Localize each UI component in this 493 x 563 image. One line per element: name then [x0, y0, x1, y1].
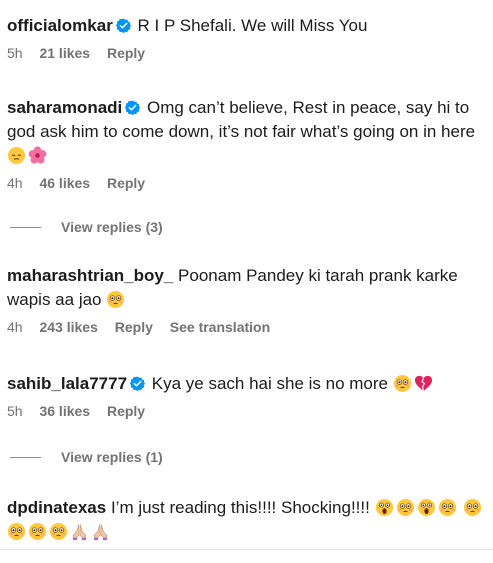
reply-button[interactable]: Reply — [115, 319, 153, 335]
replies-divider — [10, 226, 41, 228]
comment-body: maharashtrian_boy_ Poonam Pandey ki tara… — [7, 264, 485, 312]
comment-time: 5h — [7, 45, 23, 61]
comment-time: 4h — [7, 319, 23, 335]
flushed-face-icon — [107, 290, 125, 309]
comment-body: dpdinatexas I’m just reading this!!!! Sh… — [7, 496, 485, 544]
comment-item: saharamonadi Omg can’t believe, Rest in … — [7, 96, 485, 192]
comment-username[interactable]: sahib_lala7777 — [7, 374, 127, 393]
broken-heart-icon — [414, 375, 432, 392]
comment-likes[interactable]: 21 likes — [39, 45, 90, 61]
comment-username[interactable]: saharamonadi — [7, 98, 122, 117]
reply-button[interactable]: Reply — [107, 175, 145, 191]
view-replies-label: View replies (1) — [61, 449, 163, 465]
verified-badge-icon — [130, 376, 146, 391]
see-translation-button[interactable]: See translation — [170, 319, 270, 335]
praying-hands-icon — [72, 524, 87, 541]
comment-body: sahib_lala7777 Kya ye sach hai she is no… — [7, 372, 485, 396]
comment-text: I’m just reading this!!!! Shocking!!!! — [110, 498, 370, 517]
comment-likes[interactable]: 36 likes — [39, 403, 90, 419]
flushed-face-icon — [393, 374, 411, 393]
comment-likes[interactable]: 46 likes — [39, 175, 90, 191]
flushed-face-icon — [438, 498, 456, 517]
replies-divider — [10, 456, 41, 458]
comment-item: sahib_lala7777 Kya ye sach hai she is no… — [7, 372, 485, 420]
comment-item: maharashtrian_boy_ Poonam Pandey ki tara… — [7, 264, 485, 336]
screaming-face-icon — [417, 498, 435, 517]
comment-time: 5h — [7, 403, 23, 419]
comment-body: officialomkar R I P Shefali. We will Mis… — [7, 14, 485, 38]
comment-username[interactable]: officialomkar — [7, 16, 113, 35]
flushed-face-icon — [7, 522, 26, 541]
comment-username[interactable]: maharashtrian_boy_ — [7, 266, 173, 285]
comment-item: officialomkar R I P Shefali. We will Mis… — [7, 14, 485, 62]
comment-meta: 5h 36 likes Reply — [7, 402, 485, 420]
comment-meta: 4h 46 likes Reply — [7, 174, 485, 192]
view-replies-label: View replies (3) — [61, 219, 163, 235]
reply-button[interactable]: Reply — [107, 45, 145, 61]
hibiscus-icon — [28, 146, 47, 164]
comment-username[interactable]: dpdinatexas — [7, 498, 106, 517]
comment-likes[interactable]: 243 likes — [39, 319, 97, 335]
comment-body: saharamonadi Omg can’t believe, Rest in … — [7, 96, 485, 168]
flushed-face-icon — [464, 498, 482, 517]
verified-badge-icon — [115, 18, 131, 33]
view-replies-button[interactable]: View replies (3) — [10, 219, 163, 235]
comment-item: dpdinatexas I’m just reading this!!!! Sh… — [7, 496, 485, 544]
comment-meta: 5h 21 likes Reply — [7, 44, 485, 62]
flushed-face-icon — [28, 522, 47, 541]
comment-text: Kya ye sach hai she is no more — [151, 374, 388, 393]
verified-badge-icon — [125, 100, 141, 115]
pensive-face-icon — [7, 146, 26, 165]
flushed-face-icon — [49, 522, 68, 541]
flushed-face-icon — [396, 498, 414, 517]
comments-list: officialomkar R I P Shefali. We will Mis… — [0, 0, 493, 563]
comment-time: 4h — [7, 175, 23, 191]
comment-text: R I P Shefali. We will Miss You — [137, 16, 368, 35]
praying-hands-icon — [93, 524, 108, 541]
comment-meta: 4h 243 likes Reply See translation — [7, 318, 485, 336]
bottom-divider — [0, 549, 493, 550]
screaming-face-icon — [375, 498, 393, 517]
reply-button[interactable]: Reply — [107, 403, 145, 419]
view-replies-button[interactable]: View replies (1) — [10, 449, 163, 465]
